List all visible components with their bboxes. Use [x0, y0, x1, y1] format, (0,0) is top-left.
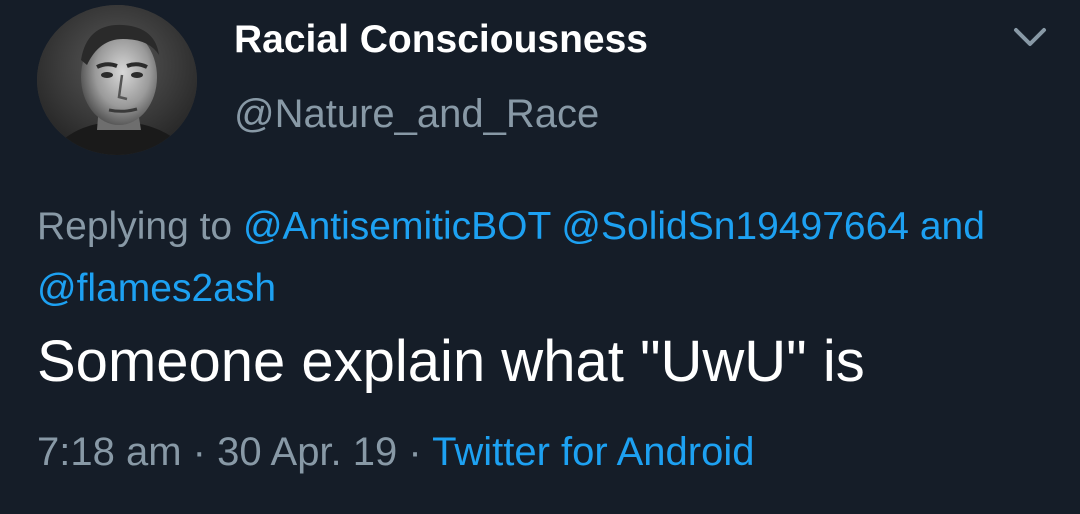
author-handle[interactable]: @Nature_and_Race — [234, 92, 599, 137]
mention-link[interactable]: @SolidSn19497664 — [561, 205, 909, 248]
portrait-photo — [37, 5, 197, 155]
tweet-text: Someone explain what "UwU" is — [37, 329, 865, 394]
tweet-date[interactable]: 30 Apr. 19 — [217, 430, 397, 474]
author-display-name[interactable]: Racial Consciousness — [234, 18, 648, 62]
tweet-time[interactable]: 7:18 am — [37, 430, 182, 474]
tweet-meta: 7:18 am · 30 Apr. 19 · Twitter for Andro… — [37, 430, 754, 475]
avatar[interactable] — [37, 5, 197, 155]
mention-link[interactable]: @AntisemiticBOT — [243, 205, 551, 248]
reply-context: Replying to @AntisemiticBOT @SolidSn1949… — [37, 196, 1047, 320]
reply-prefix: Replying to — [37, 205, 233, 248]
mention-link[interactable]: @flames2ash — [37, 267, 276, 310]
meta-separator: · — [408, 430, 422, 474]
tweet-source-link[interactable]: Twitter for Android — [432, 430, 754, 474]
chevron-down-icon[interactable] — [1008, 22, 1052, 52]
mention-conjunction[interactable]: and — [920, 205, 985, 248]
meta-separator: · — [192, 430, 206, 474]
